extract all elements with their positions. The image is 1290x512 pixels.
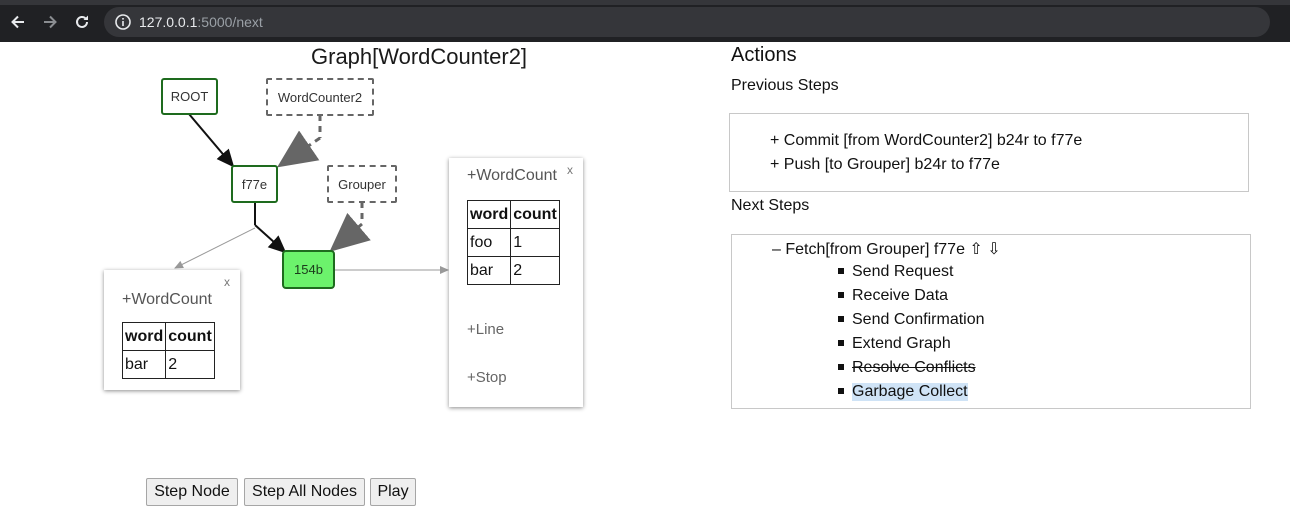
- bullet-icon: [838, 268, 844, 274]
- column-header: count: [165, 322, 215, 351]
- address-bar[interactable]: 127.0.0.1:5000/next: [104, 7, 1270, 37]
- previous-step-item: + Commit [from WordCounter2] b24r to f77…: [770, 132, 1083, 149]
- node-154b[interactable]: 154b: [282, 250, 335, 289]
- popup-head[interactable]: +WordCount: [122, 291, 212, 309]
- list-item-struck[interactable]: Resolve Conflicts: [852, 359, 976, 377]
- bullet-icon: [838, 340, 844, 346]
- table-cell: 1: [510, 228, 560, 257]
- popup-head[interactable]: +WordCount: [467, 167, 557, 185]
- site-info-icon[interactable]: [114, 13, 132, 31]
- next-step-header[interactable]: – Fetch[from Grouper] f77e ⇧ ⇩: [772, 239, 1001, 259]
- list-item[interactable]: Receive Data: [852, 287, 948, 305]
- table-row: foo 1: [466, 228, 560, 257]
- list-item-highlighted[interactable]: Garbage Collect: [852, 383, 968, 401]
- previous-step-item: + Push [to Grouper] b24r to f77e: [770, 156, 1000, 173]
- next-steps-box: – Fetch[from Grouper] f77e ⇧ ⇩ Send Requ…: [731, 234, 1251, 409]
- list-item[interactable]: Send Request: [852, 263, 953, 281]
- node-grouper[interactable]: Grouper: [327, 165, 397, 203]
- step-node-button[interactable]: Step Node: [146, 478, 238, 506]
- edge-f77e-popup-left: [174, 227, 256, 269]
- table-row: bar 2: [466, 256, 560, 285]
- list-item[interactable]: Send Confirmation: [852, 311, 985, 329]
- table-cell: bar: [121, 350, 167, 379]
- wordcount-table: word count bar 2: [121, 322, 215, 379]
- close-icon[interactable]: x: [224, 275, 230, 289]
- column-header: count: [510, 200, 560, 229]
- node-f77e-label: f77e: [241, 176, 268, 192]
- wordcount-table: word count foo 1 bar 2: [466, 200, 560, 285]
- node-154b-label: 154b: [294, 262, 323, 277]
- bullet-icon: [838, 364, 844, 370]
- close-icon[interactable]: x: [567, 163, 573, 177]
- column-header: word: [121, 322, 167, 351]
- table-cell: bar: [466, 256, 512, 285]
- node-wordcounter2[interactable]: WordCounter2: [266, 78, 374, 116]
- bullet-icon: [838, 388, 844, 394]
- url-text: 127.0.0.1:5000/next: [139, 14, 263, 30]
- table-row: bar 2: [121, 350, 215, 379]
- forward-arrow-icon[interactable]: [38, 10, 62, 34]
- bullet-icon: [838, 316, 844, 322]
- edge-wordcounter2-f77e-b: [277, 130, 321, 168]
- node-root[interactable]: ROOT: [161, 78, 218, 115]
- node-grouper-label: Grouper: [338, 176, 386, 192]
- edge-grouper-154b-b: [329, 212, 371, 252]
- bullet-icon: [838, 292, 844, 298]
- node-wordcounter2-label: WordCounter2: [277, 89, 363, 105]
- add-line-link[interactable]: +Line: [467, 321, 504, 338]
- list-item[interactable]: Extend Graph: [852, 335, 951, 353]
- browser-toolbar: 127.0.0.1:5000/next: [0, 0, 1290, 42]
- popup-wordcount-left: x +WordCount word count bar 2: [104, 270, 240, 390]
- table-cell: foo: [466, 228, 512, 257]
- node-f77e[interactable]: f77e: [231, 165, 278, 203]
- step-all-nodes-button[interactable]: Step All Nodes: [244, 478, 365, 506]
- popup-wordcount-right: x +WordCount word count foo 1 bar 2 +Lin…: [449, 158, 583, 407]
- previous-steps-box: + Commit [from WordCounter2] b24r to f77…: [729, 113, 1249, 192]
- edge-root-f77e: [188, 113, 235, 168]
- play-button[interactable]: Play: [370, 478, 416, 506]
- back-arrow-icon[interactable]: [6, 10, 30, 34]
- edge-f77e-154b-b: [254, 224, 287, 254]
- tab-strip-edge: [0, 0, 1290, 5]
- add-stop-link[interactable]: +Stop: [467, 369, 507, 386]
- actions-title: Actions: [731, 44, 797, 66]
- node-root-label: ROOT: [170, 89, 209, 104]
- table-cell: 2: [510, 256, 560, 285]
- previous-steps-title: Previous Steps: [731, 77, 839, 94]
- column-header: word: [466, 200, 512, 229]
- reload-icon[interactable]: [70, 10, 94, 34]
- next-steps-title: Next Steps: [731, 197, 810, 214]
- table-cell: 2: [165, 350, 215, 379]
